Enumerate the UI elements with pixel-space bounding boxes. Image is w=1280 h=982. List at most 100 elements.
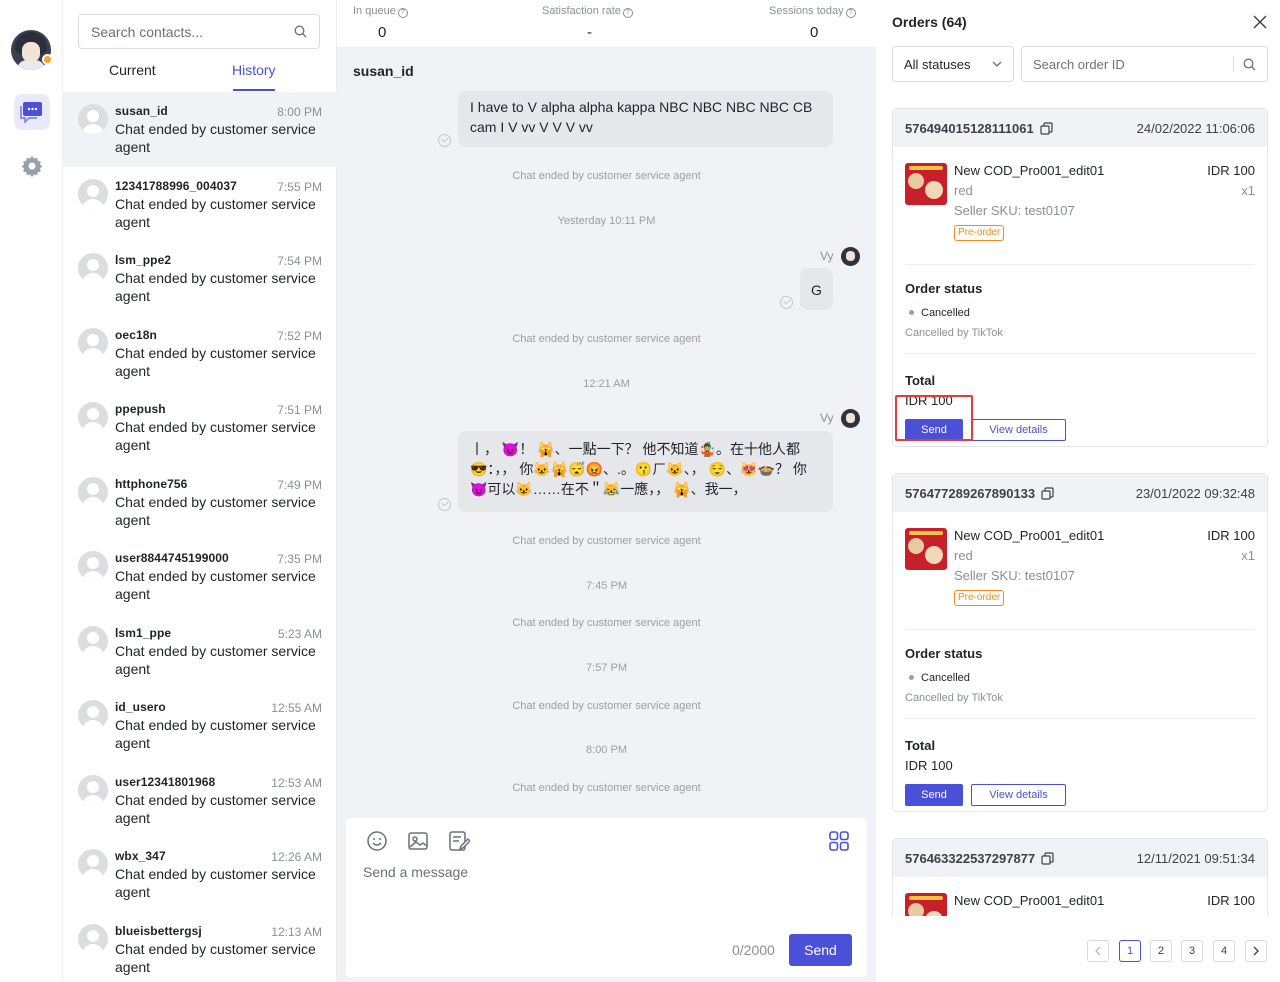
order-header: 576463322537297877 12/11/2021 09:51:34 — [893, 839, 1267, 877]
sender-avatar — [841, 409, 860, 428]
contact-last-message: Chat ended by customer service agent — [115, 717, 316, 751]
system-message: Chat ended by customer service agent — [512, 333, 701, 345]
copy-icon[interactable] — [1040, 121, 1053, 135]
contact-time: 7:51 PM — [277, 403, 322, 417]
page-button-2[interactable]: 2 — [1150, 940, 1172, 962]
order-status-detail: Cancelled by TikTok — [905, 327, 1003, 339]
contact-item[interactable]: oec18n 7:52 PM Chat ended by customer serv… — [63, 316, 337, 391]
contact-avatar — [78, 476, 108, 507]
product-sku: Seller SKU: test0107 — [954, 568, 1075, 583]
order-date: 24/02/2022 11:06:06 — [1136, 120, 1255, 136]
stat-queue-value: 0 — [378, 24, 387, 41]
stats-bar: In queue? 0 Satisfaction rate? - Session… — [337, 0, 876, 48]
contact-item[interactable]: 12341788996_004037 7:55 PM Chat ended by c… — [63, 167, 337, 242]
contact-last-message: Chat ended by customer service agent — [115, 791, 316, 826]
send-order-button[interactable]: Send — [905, 419, 963, 441]
emoji-icon[interactable] — [366, 830, 388, 852]
system-message: Chat ended by customer service agent — [512, 782, 701, 794]
contact-search-input[interactable] — [91, 23, 294, 40]
contact-last-message: Chat ended by customer service agent — [115, 940, 316, 975]
contact-avatar — [78, 774, 108, 805]
tab-history[interactable]: History — [232, 62, 276, 78]
settings-nav-button[interactable] — [14, 148, 50, 184]
order-card: 576463322537297877 12/11/2021 09:51:34 N… — [892, 838, 1268, 916]
contacts-panel: Current History susan_id8:00 PMChat ende… — [63, 0, 337, 982]
chat-nav-button[interactable] — [14, 94, 50, 130]
order-search-input[interactable] — [1033, 56, 1233, 72]
order-search-box — [1021, 46, 1268, 82]
contact-time: 12:13 AM — [271, 924, 322, 939]
help-icon: ? — [845, 8, 856, 18]
orders-panel: Orders (64) All statuses 576494015128111… — [876, 0, 1280, 982]
contact-tabs: Current History — [63, 58, 337, 92]
order-status-title: Order status — [905, 646, 983, 661]
contact-item[interactable]: wbx_347 12:26 AM Chat ended by customer se… — [63, 837, 337, 912]
apps-grid-icon[interactable] — [828, 830, 850, 852]
order-status-section: Order status Cancelled Cancelled by TikT… — [905, 630, 1255, 719]
order-id: 576477289267890133 — [905, 486, 1054, 501]
product-image — [905, 163, 947, 205]
quick-reply-icon[interactable] — [448, 830, 470, 852]
chevron-left-icon — [1095, 946, 1101, 956]
sender-name: Vy — [820, 411, 834, 425]
product-price: IDR 100 — [1207, 528, 1255, 543]
image-icon[interactable] — [407, 830, 429, 852]
message-input[interactable] — [363, 864, 843, 924]
contact-last-message: Chat ended by customer service agent — [115, 344, 316, 379]
copy-icon[interactable] — [1041, 486, 1054, 500]
message-bubble: I have to V alpha alpha kappa NBC NBC NB… — [458, 91, 833, 147]
chevron-right-icon — [1253, 946, 1259, 956]
contact-item[interactable]: user8844745199000 7:35 PM Chat ended by cu… — [63, 539, 337, 614]
contact-item[interactable]: id_usero 12:55 AM Chat ended by customer s… — [63, 688, 337, 763]
contact-avatar — [78, 551, 108, 581]
orders-list: 576494015128111061 24/02/2022 11:06:06 N… — [876, 92, 1280, 916]
total-value: IDR 100 — [905, 393, 953, 408]
close-icon[interactable] — [1252, 14, 1268, 30]
contact-time: 7:49 PM — [277, 477, 322, 492]
product-name: New COD_Pro001_edit01 — [954, 163, 1105, 178]
contact-item[interactable]: ppepush 7:51 PM Chat ended by customer ser… — [63, 390, 337, 465]
view-details-button[interactable]: View details — [971, 419, 1066, 441]
contact-item[interactable]: blueisbettergsj 12:13 AM Chat ended by cus… — [63, 912, 337, 982]
contact-avatar — [78, 700, 108, 730]
contact-item[interactable]: httphone756 7:49 PM Chat ended by customer… — [63, 465, 337, 540]
chat-icon — [20, 102, 42, 123]
contact-item[interactable]: user12341801968 12:53 AM Chat ended by cus… — [63, 763, 337, 838]
contact-avatar — [78, 923, 108, 954]
message-composer: 0/2000 Send — [346, 818, 867, 977]
contact-last-message: Chat ended by customer service agent — [115, 121, 316, 155]
contact-last-message: Chat ended by customer service agent — [115, 866, 316, 900]
contact-item[interactable]: lsm1_ppe 5:23 AM Chat ended by customer se… — [63, 614, 337, 689]
next-page-button[interactable] — [1245, 940, 1267, 962]
prev-page-button[interactable] — [1087, 940, 1109, 962]
contact-item[interactable]: lsm_ppe2 7:54 PM Chat ended by customer se… — [63, 241, 337, 316]
read-check-icon — [438, 498, 451, 511]
send-order-button[interactable]: Send — [905, 784, 963, 806]
contact-time: 12:53 AM — [271, 775, 322, 790]
product-variant: red — [954, 183, 973, 198]
status-filter-select[interactable]: All statuses — [892, 46, 1014, 82]
copy-icon[interactable] — [1041, 851, 1054, 865]
view-details-button[interactable]: View details — [971, 784, 1066, 806]
contact-item[interactable]: susan_id 8:00 PM Chat ended by customer se… — [63, 92, 337, 167]
search-icon[interactable] — [294, 25, 307, 38]
order-date: 12/11/2021 09:51:34 — [1136, 850, 1255, 866]
page-button-4[interactable]: 4 — [1213, 940, 1235, 962]
order-product: New COD_Pro001_edit01 IDR 100 — [905, 877, 1255, 916]
product-sku: Seller SKU: test0107 — [954, 203, 1075, 218]
page-button-1[interactable]: 1 — [1119, 940, 1141, 962]
contact-last-message: Chat ended by customer service agent — [115, 568, 316, 602]
send-message-button[interactable]: Send — [789, 934, 852, 966]
order-product: New COD_Pro001_edit01 IDR 100 red x1 Sel… — [905, 147, 1255, 265]
contact-last-message: Chat ended by customer service agent — [115, 270, 316, 304]
order-product: New COD_Pro001_edit01 IDR 100 red x1 Sel… — [905, 512, 1255, 630]
contact-time: 7:55 PM — [277, 179, 322, 194]
tab-current[interactable]: Current — [109, 62, 156, 78]
system-message: Chat ended by customer service agent — [512, 535, 701, 547]
help-icon: ? — [622, 8, 633, 18]
stat-queue-label: In queue? — [353, 5, 408, 18]
product-name: New COD_Pro001_edit01 — [954, 528, 1105, 543]
search-icon[interactable] — [1243, 58, 1256, 71]
stat-satisfaction-value: - — [587, 24, 592, 41]
page-button-3[interactable]: 3 — [1181, 940, 1203, 962]
